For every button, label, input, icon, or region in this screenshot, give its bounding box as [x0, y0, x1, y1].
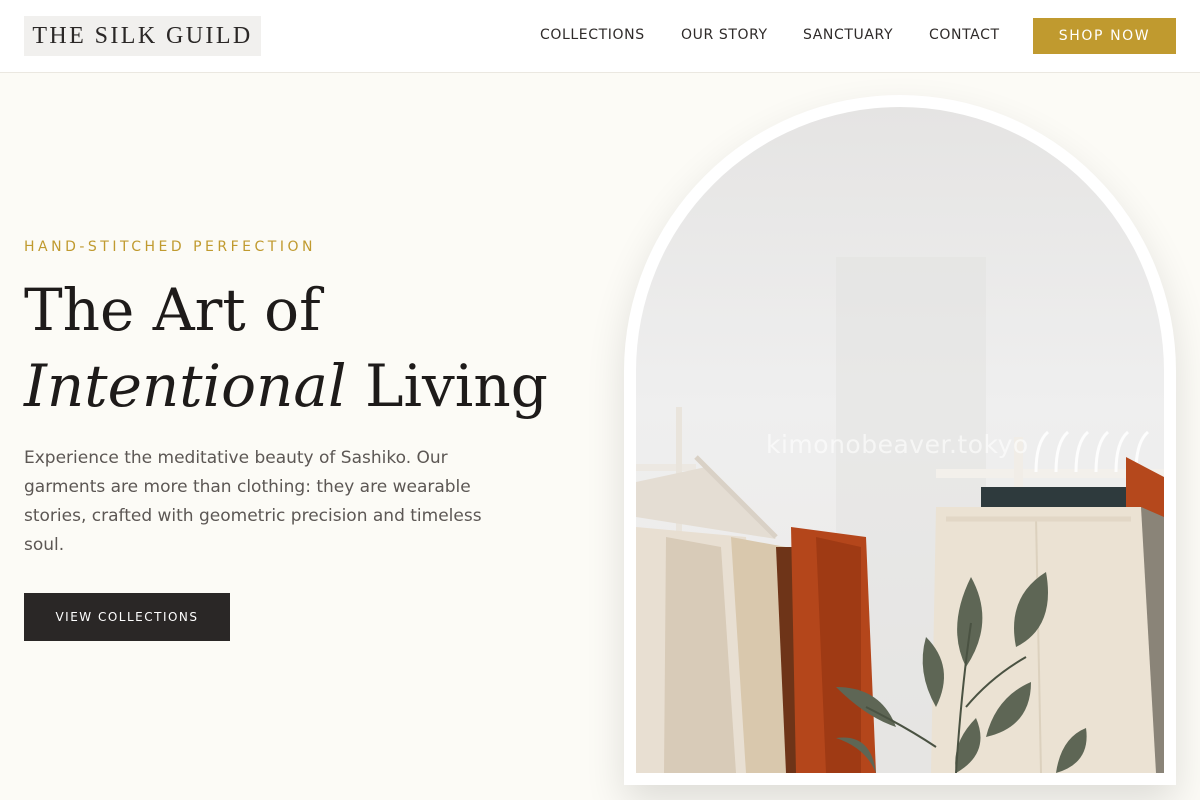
headline-line-2: Intentional Living: [24, 348, 548, 424]
hero-image: kimonobeaver.tokyo: [636, 107, 1164, 773]
nav-collections[interactable]: COLLECTIONS: [540, 0, 645, 70]
nav-our-story[interactable]: OUR STORY: [681, 0, 768, 70]
hero-headline: The Art of Intentional Living: [24, 272, 548, 424]
hero-image-frame: kimonobeaver.tokyo: [624, 95, 1176, 785]
headline-line-1: The Art of: [24, 276, 321, 344]
shop-now-button[interactable]: SHOP NOW: [1033, 18, 1176, 54]
nav-contact[interactable]: CONTACT: [929, 0, 1000, 70]
headline-rest: Living: [346, 352, 548, 420]
hero-description: Experience the meditative beauty of Sash…: [24, 448, 482, 555]
headline-italic-word: Intentional: [24, 352, 347, 420]
nav-sanctuary[interactable]: SANCTUARY: [803, 0, 893, 70]
view-collections-button[interactable]: VIEW COLLECTIONS: [24, 593, 230, 641]
site-header: THE SILK GUILD COLLECTIONS OUR STORY SAN…: [0, 0, 1200, 73]
site-logo[interactable]: THE SILK GUILD: [24, 16, 261, 56]
image-watermark: kimonobeaver.tokyo: [766, 430, 1029, 459]
hero-eyebrow: HAND-STITCHED PERFECTION: [24, 239, 316, 255]
